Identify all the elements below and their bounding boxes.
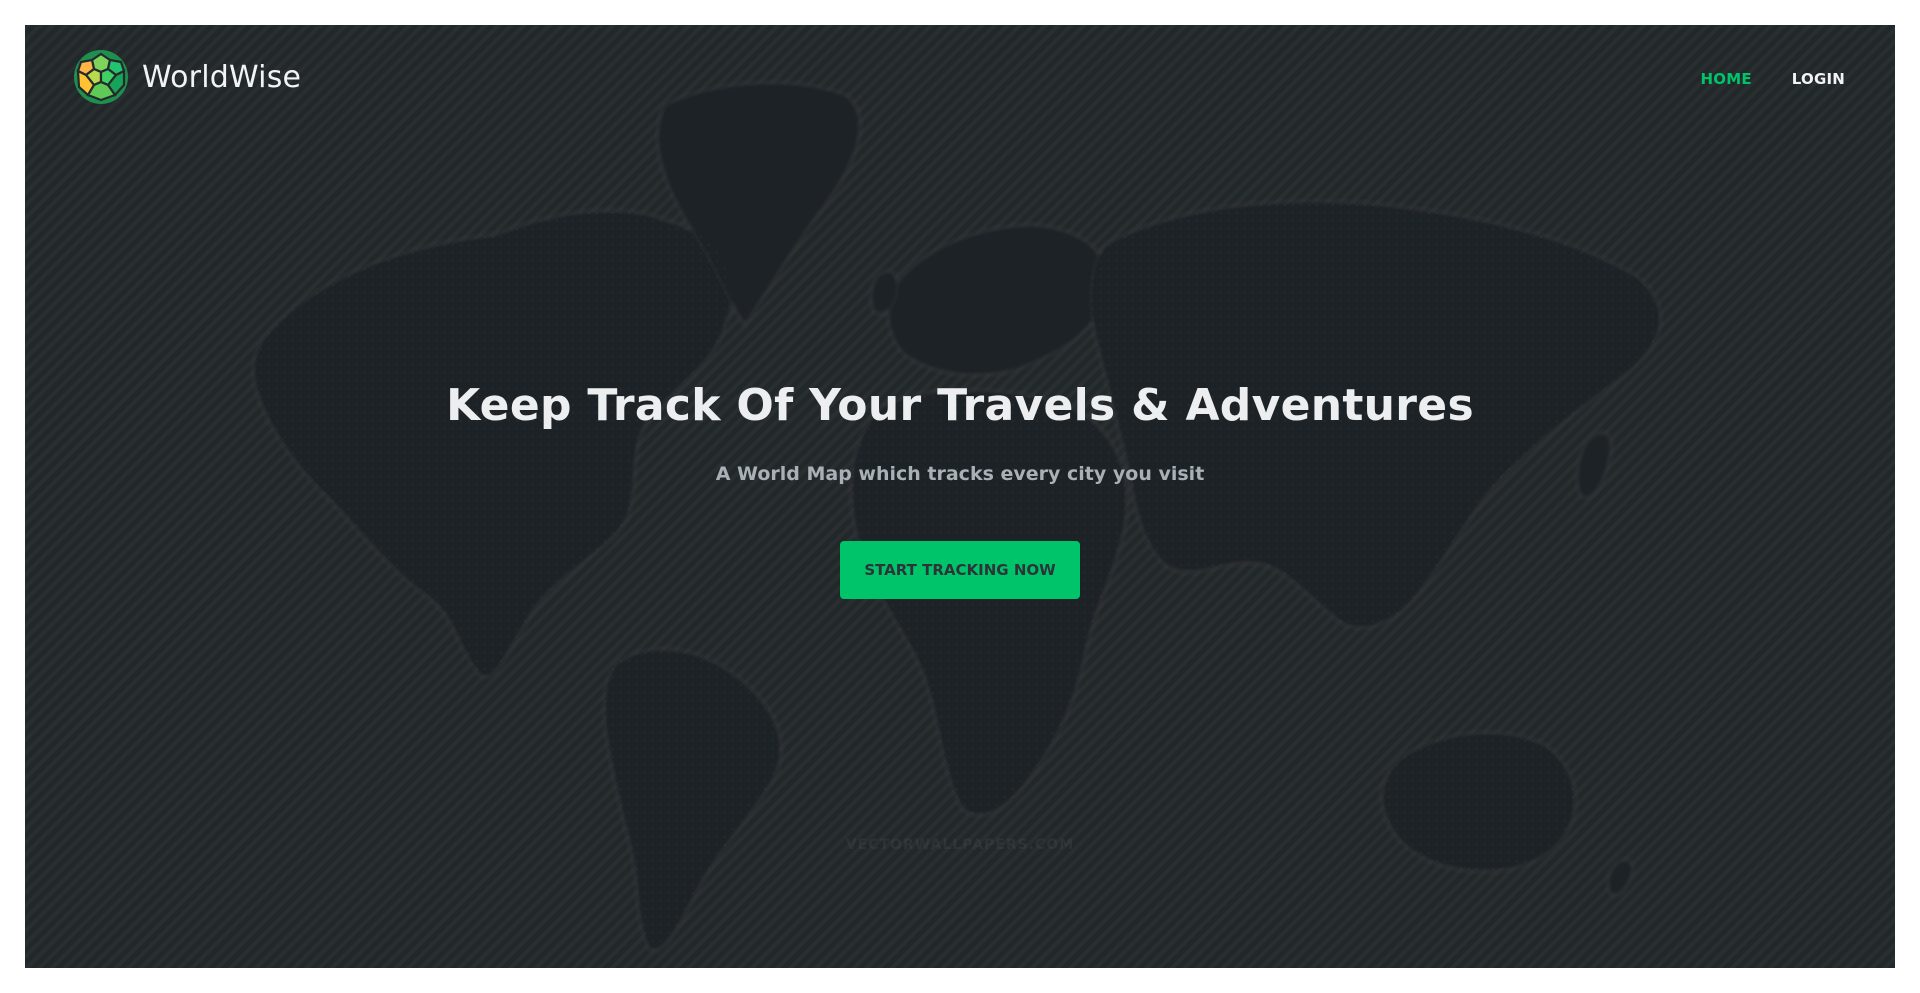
brand-name: WorldWise	[142, 59, 302, 95]
continent-europe	[887, 223, 1108, 376]
nav-login-link[interactable]: LOGIN	[1792, 70, 1845, 88]
top-navigation: WorldWise HOME LOGIN	[25, 25, 1895, 133]
world-map-background	[252, 81, 1662, 952]
island-new-zealand	[1607, 858, 1634, 897]
app-window: WorldWise HOME LOGIN Keep Track Of Your …	[25, 25, 1895, 968]
nav-home-link[interactable]: HOME	[1700, 70, 1751, 88]
logo-link[interactable]: WorldWise	[73, 49, 301, 105]
nav-links: HOME LOGIN	[1700, 70, 1845, 88]
start-tracking-button[interactable]: START TRACKING NOW	[840, 541, 1080, 599]
hero-title: Keep Track Of Your Travels & Adventures	[446, 380, 1474, 431]
globe-mosaic-icon	[74, 50, 128, 104]
hero-subtitle: A World Map which tracks every city you …	[715, 463, 1205, 485]
watermark-text: VECTORWALLPAPERS.COM	[845, 837, 1075, 853]
